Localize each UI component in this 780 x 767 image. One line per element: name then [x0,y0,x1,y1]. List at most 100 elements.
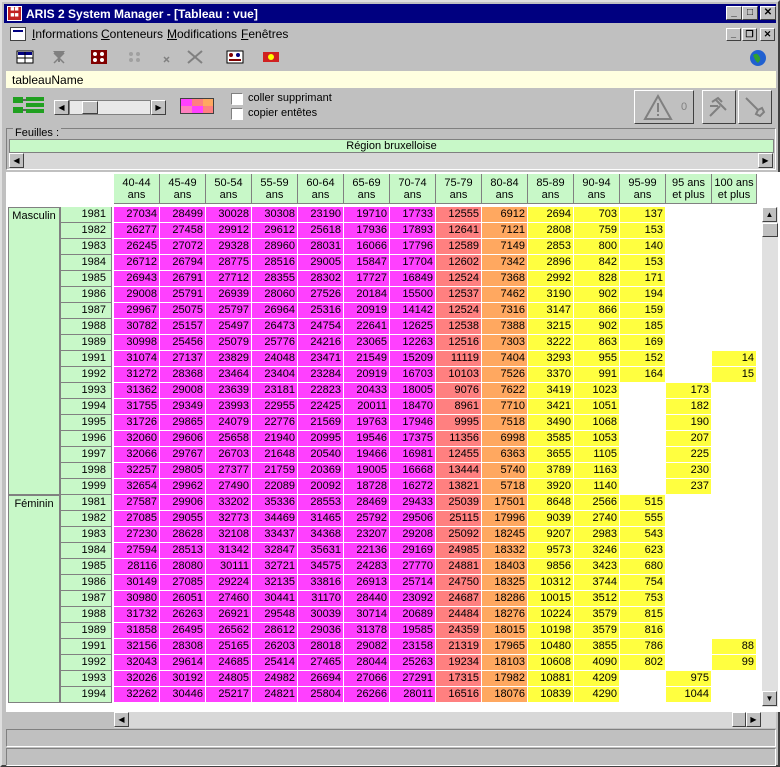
data-cell[interactable]: 26277 [114,223,160,239]
title-bar[interactable]: ■■ ■■ ARIS 2 System Manager - [Tableau : … [4,4,776,23]
child-restore-button[interactable]: ❐ [742,28,757,41]
data-cell[interactable]: 2566 [574,495,620,511]
data-cell[interactable]: 28031 [298,239,344,255]
data-cell[interactable]: 7121 [482,223,528,239]
data-cell[interactable]: 6363 [482,447,528,463]
data-cell[interactable]: 16272 [390,479,436,495]
data-cell[interactable] [712,335,757,351]
data-cell[interactable]: 14142 [390,303,436,319]
data-cell[interactable]: 152 [620,351,666,367]
data-cell[interactable]: 20011 [344,399,390,415]
year-cell[interactable]: 1991 [60,351,112,367]
data-cell[interactable]: 703 [574,207,620,223]
data-cell[interactable]: 194 [620,287,666,303]
data-cell[interactable]: 30308 [252,207,298,223]
sex-group-cell[interactable]: Masculin [8,207,60,495]
year-cell[interactable]: 1993 [60,383,112,399]
data-cell[interactable]: 32066 [114,447,160,463]
data-cell[interactable]: 18245 [482,527,528,543]
data-cell[interactable]: 3222 [528,335,574,351]
data-cell[interactable]: 31170 [298,591,344,607]
data-cell[interactable] [666,239,712,255]
data-cell[interactable]: 12537 [436,287,482,303]
stop-icon[interactable] [262,49,284,69]
data-cell[interactable]: 24805 [206,671,252,687]
data-cell[interactable]: 27085 [114,511,160,527]
data-cell[interactable]: 17996 [482,511,528,527]
data-cell[interactable]: 29008 [114,287,160,303]
data-cell[interactable]: 3579 [574,607,620,623]
data-cell[interactable] [712,415,757,431]
year-cell[interactable]: 1982 [60,511,112,527]
data-cell[interactable]: 28302 [298,271,344,287]
data-cell[interactable]: 10608 [528,655,574,671]
sheets-scroll-left[interactable]: ◀ [9,153,24,168]
data-cell[interactable]: 28060 [252,287,298,303]
data-cell[interactable]: 15 [712,367,757,383]
data-cell[interactable]: 23158 [390,639,436,655]
data-cell[interactable]: 20919 [344,367,390,383]
color-palette-icon[interactable] [180,98,214,114]
data-cell[interactable] [620,463,666,479]
data-cell[interactable]: 5740 [482,463,528,479]
data-cell[interactable]: 26791 [160,271,206,287]
data-cell[interactable]: 21759 [252,463,298,479]
data-cell[interactable]: 207 [666,431,712,447]
data-cell[interactable]: 3246 [574,543,620,559]
globe-icon[interactable] [749,49,771,69]
data-cell[interactable] [712,223,757,239]
data-cell[interactable]: 88 [712,639,757,655]
scroll-up-arrow[interactable]: ▲ [762,207,777,222]
data-cell[interactable]: 2808 [528,223,574,239]
data-cell[interactable]: 27465 [298,655,344,671]
data-cell[interactable]: 17315 [436,671,482,687]
table-scroll-left[interactable]: ◀ [114,712,129,727]
data-cell[interactable] [712,527,757,543]
data-cell[interactable]: 12524 [436,303,482,319]
data-cell[interactable]: 21549 [344,351,390,367]
data-cell[interactable] [666,367,712,383]
data-cell[interactable]: 815 [620,607,666,623]
data-cell[interactable]: 28011 [390,687,436,703]
data-cell[interactable]: 153 [620,223,666,239]
data-cell[interactable]: 12524 [436,271,482,287]
data-cell[interactable]: 759 [574,223,620,239]
data-cell[interactable]: 19466 [344,447,390,463]
data-cell[interactable]: 15209 [390,351,436,367]
data-cell[interactable]: 29349 [160,399,206,415]
data-cell[interactable]: 543 [620,527,666,543]
data-cell[interactable]: 28513 [160,543,206,559]
data-cell[interactable]: 26495 [160,623,206,639]
data-cell[interactable]: 225 [666,447,712,463]
data-cell[interactable]: 680 [620,559,666,575]
data-cell[interactable]: 3490 [528,415,574,431]
data-cell[interactable]: 32847 [252,543,298,559]
column-header[interactable]: 75-79 ans [436,174,482,204]
data-cell[interactable]: 14 [712,351,757,367]
data-cell[interactable]: 9856 [528,559,574,575]
data-cell[interactable]: 26266 [344,687,390,703]
data-cell[interactable] [666,527,712,543]
filter-icon[interactable] [50,49,72,69]
data-cell[interactable]: 10881 [528,671,574,687]
data-cell[interactable]: 31465 [298,511,344,527]
data-cell[interactable]: 33437 [252,527,298,543]
data-cell[interactable]: 17501 [482,495,528,511]
data-cell[interactable]: 18276 [482,607,528,623]
data-cell[interactable]: 25804 [298,687,344,703]
data-cell[interactable]: 24750 [436,575,482,591]
data-cell[interactable]: 34469 [252,511,298,527]
data-cell[interactable]: 29208 [390,527,436,543]
data-cell[interactable]: 27526 [298,287,344,303]
data-cell[interactable] [712,399,757,415]
data-cell[interactable]: 32156 [114,639,160,655]
data-cell[interactable]: 9995 [436,415,482,431]
data-cell[interactable]: 18286 [482,591,528,607]
year-cell[interactable]: 1982 [60,223,112,239]
data-cell[interactable]: 15500 [390,287,436,303]
data-cell[interactable]: 31342 [206,543,252,559]
data-cell[interactable]: 28469 [344,495,390,511]
data-cell[interactable]: 99 [712,655,757,671]
data-cell[interactable]: 11119 [436,351,482,367]
data-cell[interactable]: 25263 [390,655,436,671]
